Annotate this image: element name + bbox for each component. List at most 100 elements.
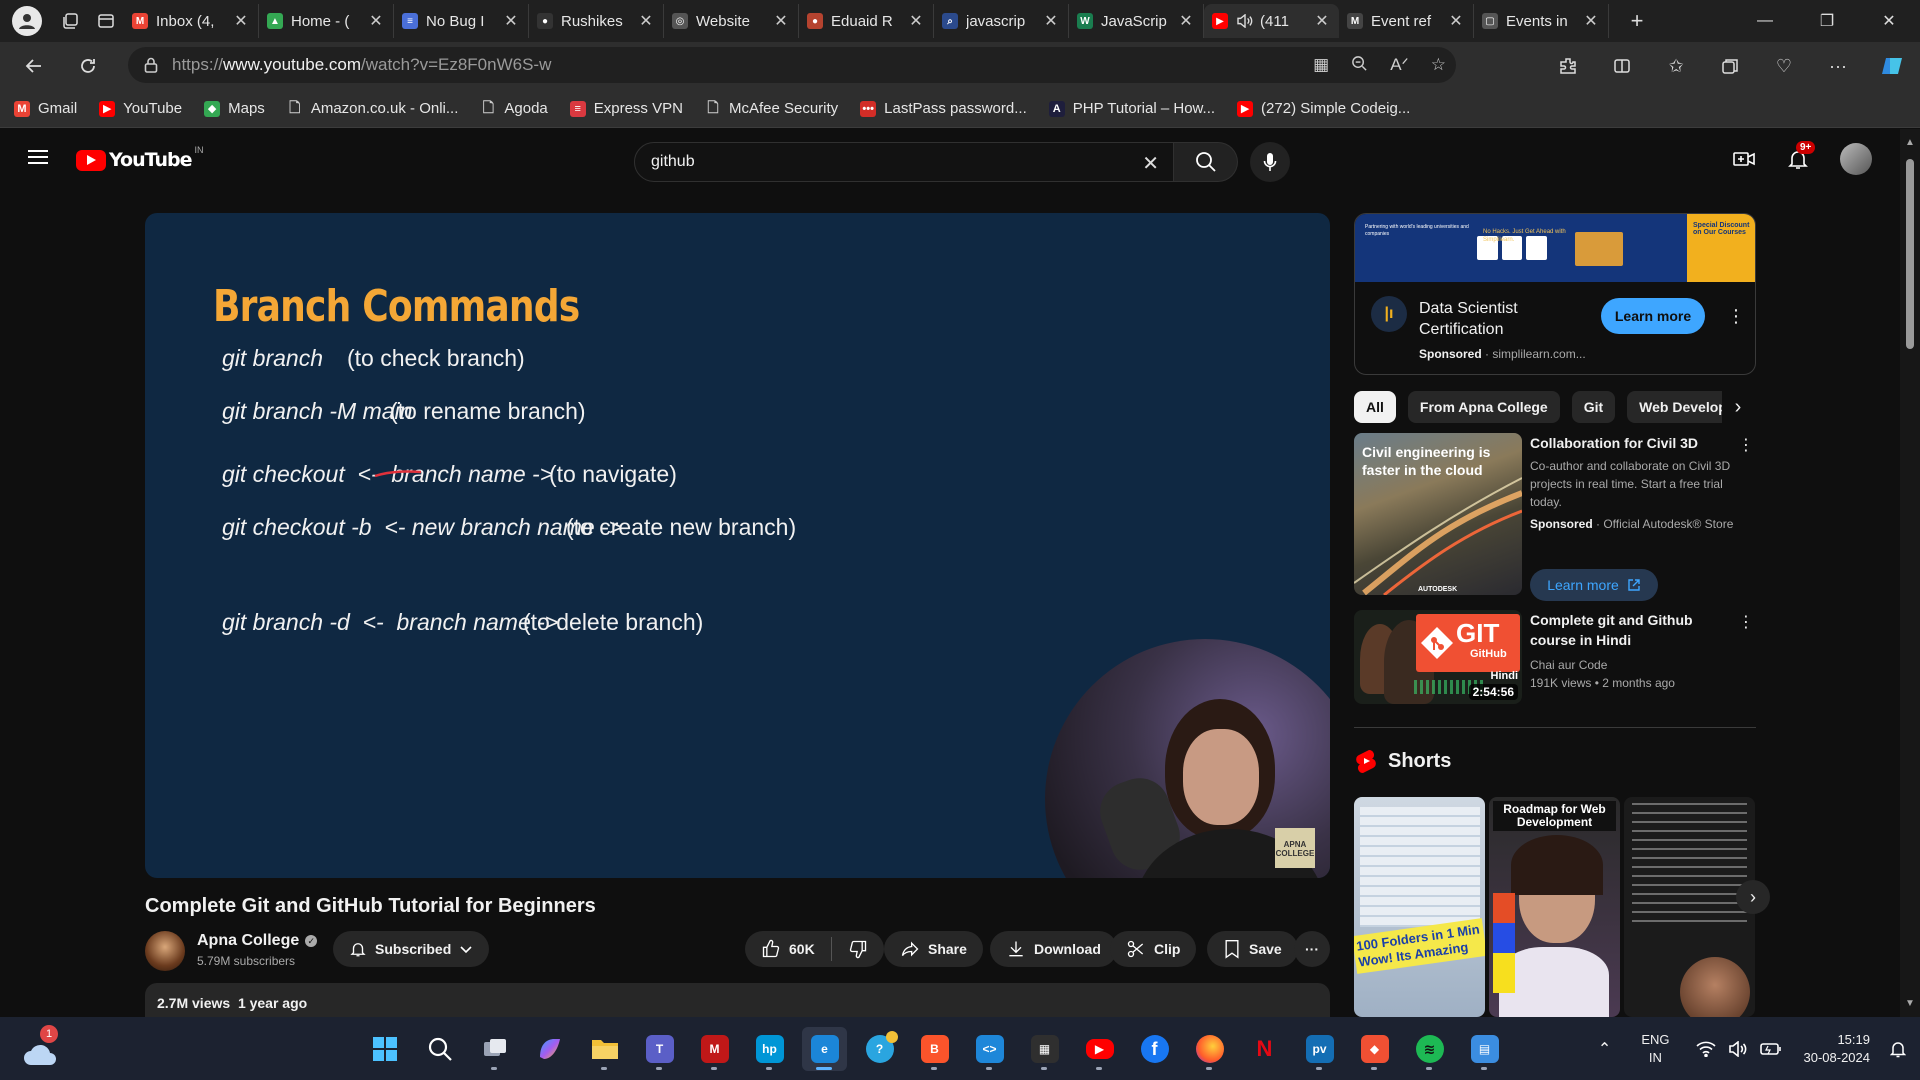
rec-learn-more-button[interactable]: Learn more <box>1530 569 1658 601</box>
taskbar-app-notepad[interactable]: ▤ <box>1462 1027 1507 1071</box>
weather-widget[interactable]: 1 <box>22 1025 62 1069</box>
browser-essentials-icon[interactable]: ♡ <box>1766 48 1802 84</box>
collections-icon[interactable] <box>1712 48 1748 84</box>
taskbar-app-youtube[interactable]: ▶ <box>1077 1027 1122 1071</box>
bookmark-item[interactable]: ••• LastPass password... <box>860 100 1027 117</box>
sponsored-ad-card[interactable]: Partnering with world's leading universi… <box>1354 213 1756 375</box>
bookmark-item[interactable]: 🗋 Amazon.co.uk - Onli... <box>287 99 458 118</box>
tab-close-icon[interactable]: ✕ <box>637 11 655 31</box>
taskbar-app-task-view[interactable] <box>472 1027 517 1071</box>
lock-icon[interactable] <box>144 57 158 73</box>
tab-close-icon[interactable]: ✕ <box>232 11 250 31</box>
browser-tab[interactable]: M Inbox (4, ✕ <box>124 4 259 38</box>
extensions-icon[interactable] <box>1550 48 1586 84</box>
tab-close-icon[interactable]: ✕ <box>1177 11 1195 31</box>
more-vertical-icon[interactable]: ⋮ <box>1727 306 1745 327</box>
filter-chip[interactable]: From Apna College <box>1407 391 1560 423</box>
back-button[interactable] <box>12 47 56 85</box>
shorts-next-chevron-icon[interactable]: › <box>1736 880 1770 914</box>
tab-close-icon[interactable]: ✕ <box>1582 11 1600 31</box>
taskbar-app-facebook[interactable]: f <box>1132 1027 1177 1071</box>
menu-icon[interactable] <box>28 149 48 165</box>
tab-audio-icon[interactable] <box>1236 14 1254 28</box>
recommended-video[interactable]: GIT GitHub Hindi 2:54:56 Complete git an… <box>1354 610 1756 706</box>
page-scrollbar[interactable]: ▲ ▼ <box>1900 129 1920 1017</box>
copilot-icon[interactable] <box>1874 48 1910 84</box>
taskbar-app-teams[interactable]: T <box>637 1027 682 1071</box>
new-tab-button[interactable]: + <box>1617 5 1657 37</box>
short-card[interactable] <box>1624 797 1755 1017</box>
clear-search-icon[interactable]: ✕ <box>1142 151 1159 176</box>
profile-icon[interactable] <box>12 6 42 36</box>
bookmark-item[interactable]: 🗋 McAfee Security <box>705 99 838 118</box>
sponsored-recommendation[interactable]: Civil engineering is faster in the cloud… <box>1354 433 1756 605</box>
volume-icon[interactable] <box>1728 1040 1748 1057</box>
workspaces-icon[interactable] <box>52 5 88 37</box>
voice-search-button[interactable] <box>1250 142 1290 182</box>
zoom-icon[interactable] <box>1351 55 1368 75</box>
taskbar-app-prime-video[interactable]: pv <box>1297 1027 1342 1071</box>
tab-close-icon[interactable]: ✕ <box>367 11 385 31</box>
scrollbar-thumb[interactable] <box>1906 159 1914 349</box>
close-window-button[interactable]: ✕ <box>1858 0 1920 42</box>
short-card[interactable]: 100 Folders in 1 Min Wow! Its Amazing <box>1354 797 1485 1017</box>
bookmark-item[interactable]: M Gmail <box>14 100 77 117</box>
browser-tab[interactable]: ▲ Home - (✕ <box>259 4 394 38</box>
chips-next-chevron-icon[interactable]: › <box>1722 391 1754 423</box>
like-button[interactable]: 60K <box>761 939 815 959</box>
browser-tab[interactable]: ⌕ javascrip ✕ <box>934 4 1069 38</box>
browser-tab[interactable]: ▶ (411 ✕ <box>1204 4 1339 38</box>
reload-button[interactable] <box>66 47 110 85</box>
taskbar-app-mcafee[interactable]: M <box>692 1027 737 1071</box>
app-available-icon[interactable]: ▦ <box>1313 55 1329 75</box>
notifications-button[interactable]: 9+ <box>1786 141 1816 171</box>
clock[interactable]: 15:19 30-08-2024 <box>1804 1031 1871 1067</box>
channel-avatar[interactable] <box>145 931 185 971</box>
video-player[interactable]: Branch Commands git branch (to check bran… <box>145 213 1330 878</box>
taskbar-app-file-explorer[interactable] <box>582 1027 627 1071</box>
taskbar-app-brave[interactable]: B <box>912 1027 957 1071</box>
clip-button[interactable]: Clip <box>1110 931 1197 967</box>
save-button[interactable]: Save <box>1207 931 1298 967</box>
favorite-star-icon[interactable]: ☆ <box>1431 55 1446 75</box>
tab-close-icon[interactable]: ✕ <box>907 11 925 31</box>
tab-close-icon[interactable]: ✕ <box>1313 11 1331 31</box>
browser-tab[interactable]: ● Rushikes ✕ <box>529 4 664 38</box>
bookmark-item[interactable]: ▶ YouTube <box>99 100 182 117</box>
wifi-icon[interactable] <box>1695 1041 1716 1057</box>
show-hidden-icons-chevron[interactable]: ⌃ <box>1598 1039 1611 1059</box>
browser-tab[interactable]: W JavaScrip ✕ <box>1069 4 1204 38</box>
subscribed-button[interactable]: Subscribed <box>333 931 490 967</box>
taskbar-app-help[interactable]: ? <box>857 1027 902 1071</box>
maximize-button[interactable]: ❐ <box>1796 0 1858 42</box>
taskbar-app-firefox[interactable] <box>1187 1027 1232 1071</box>
account-avatar[interactable] <box>1840 143 1872 175</box>
browser-tab[interactable]: ≡ No Bug I ✕ <box>394 4 529 38</box>
taskbar-app-store[interactable]: ▦ <box>1022 1027 1067 1071</box>
minimize-button[interactable]: — <box>1734 0 1796 42</box>
create-video-icon[interactable] <box>1732 147 1756 171</box>
scroll-up-arrow-icon[interactable]: ▲ <box>1905 137 1915 148</box>
taskbar-app-windows-start[interactable] <box>362 1027 407 1071</box>
taskbar-app-copilot[interactable] <box>527 1027 572 1071</box>
taskbar-app-edge[interactable]: e <box>802 1027 847 1071</box>
taskbar-app-search[interactable] <box>417 1027 462 1071</box>
bookmark-item[interactable]: ≡ Express VPN <box>569 100 683 117</box>
tab-close-icon[interactable]: ✕ <box>502 11 520 31</box>
settings-more-icon[interactable]: ··· <box>1820 48 1856 84</box>
vertical-tabs-icon[interactable] <box>88 5 124 37</box>
tab-close-icon[interactable]: ✕ <box>1447 11 1465 31</box>
more-vertical-icon[interactable]: ⋮ <box>1738 435 1754 455</box>
browser-tab[interactable]: ◎ Website ✕ <box>664 4 799 38</box>
bookmark-item[interactable]: 🗋 Agoda <box>480 99 548 118</box>
share-button[interactable]: Share <box>884 931 983 967</box>
notification-center-icon[interactable] <box>1890 1040 1906 1058</box>
input-language[interactable]: ENG IN <box>1641 1031 1669 1067</box>
tab-close-icon[interactable]: ✕ <box>1042 11 1060 31</box>
search-input[interactable] <box>651 153 1111 171</box>
taskbar-app-vscode[interactable]: <> <box>967 1027 1012 1071</box>
browser-tab[interactable]: ● Eduaid R ✕ <box>799 4 934 38</box>
battery-icon[interactable] <box>1759 1041 1782 1057</box>
bookmark-item[interactable]: ◆ Maps <box>204 100 265 117</box>
browser-tab[interactable]: ▢ Events in ✕ <box>1474 4 1609 38</box>
